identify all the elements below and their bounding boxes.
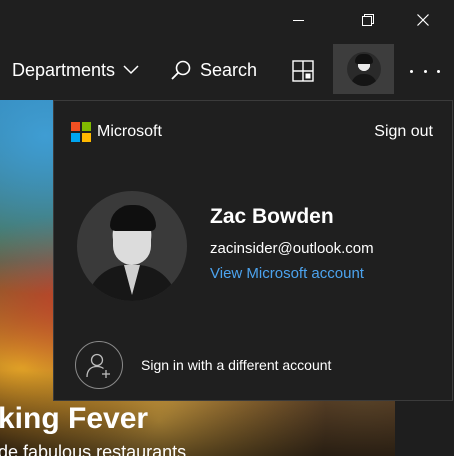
- microsoft-logo-icon: [71, 122, 91, 142]
- restore-button[interactable]: [345, 0, 391, 40]
- minimize-icon: [292, 19, 304, 21]
- avatar: [346, 52, 381, 86]
- restore-icon: [362, 14, 374, 26]
- grid-icon: [292, 60, 314, 82]
- ellipsis-icon: [410, 69, 413, 73]
- departments-label: Departments: [12, 59, 116, 80]
- brand-label: Microsoft: [97, 123, 162, 140]
- departments-menu[interactable]: Departments: [12, 57, 139, 83]
- cart-button[interactable]: [290, 58, 316, 84]
- view-account-link[interactable]: View Microsoft account: [210, 265, 364, 282]
- user-email: zacinsider@outlook.com: [210, 240, 374, 257]
- account-flyout: Microsoft Sign out Zac Bowden zacinsider…: [53, 100, 453, 401]
- hero-title: king Fever: [0, 402, 149, 435]
- close-icon: [417, 14, 429, 26]
- sign-out-link[interactable]: Sign out: [374, 123, 433, 141]
- photo-hair: [110, 205, 156, 231]
- different-account-label: Sign in with a different account: [141, 357, 332, 373]
- profile-photo: [77, 191, 187, 301]
- close-button[interactable]: [400, 0, 446, 40]
- search-label: Search: [200, 59, 258, 80]
- add-user-icon: [75, 341, 123, 389]
- ellipsis-dot: [423, 69, 427, 73]
- account-button[interactable]: [333, 44, 394, 94]
- chevron-down-icon: [123, 65, 139, 75]
- store-header: Departments Search: [0, 40, 454, 100]
- search-button[interactable]: Search: [170, 57, 257, 83]
- user-name: Zac Bowden: [210, 205, 334, 228]
- title-bar: [0, 0, 454, 40]
- ellipsis-dot: [437, 69, 440, 73]
- minimize-button[interactable]: [275, 0, 321, 40]
- different-account-button[interactable]: Sign in with a different account: [75, 341, 331, 389]
- search-icon: [171, 60, 191, 80]
- microsoft-brand: Microsoft: [71, 122, 162, 142]
- more-button[interactable]: [410, 58, 440, 84]
- store-window: king Fever de fabulous restaurants Depar…: [0, 0, 454, 456]
- hero-subtitle: de fabulous restaurants: [0, 442, 187, 456]
